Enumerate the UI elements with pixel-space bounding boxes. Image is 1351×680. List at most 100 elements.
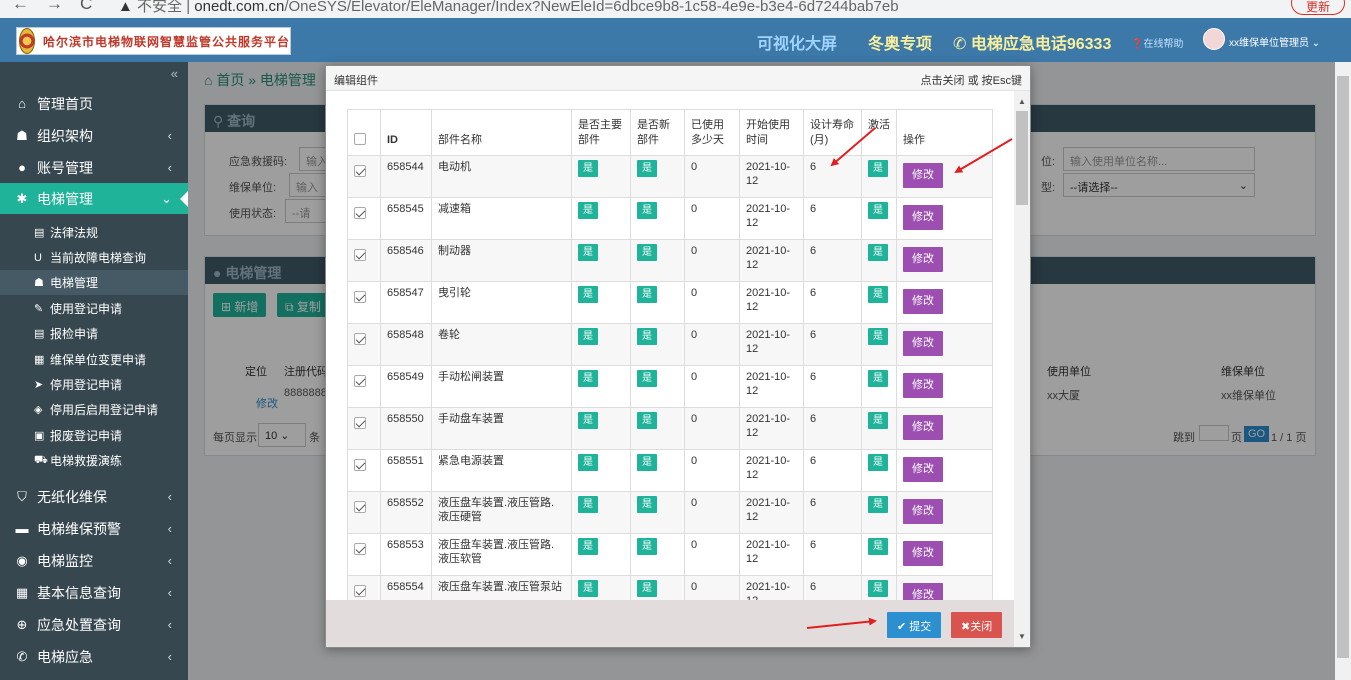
sidebar-item-org[interactable]: ☗ 组织架构 ‹ [0, 120, 188, 151]
cell-days: 0 [684, 323, 740, 366]
sidebar-item-paperless[interactable]: ⛉ 无纸化维保 ‹ [0, 481, 188, 512]
edit-button[interactable]: 修改 [903, 415, 943, 440]
row-checkbox[interactable] [354, 291, 366, 303]
chevron-left-icon: ‹ [167, 553, 172, 568]
platform-logo[interactable]: 哈尔滨市电梯物联网智慧监管公共服务平台 [16, 27, 291, 55]
online-help-link[interactable]: ❓在线帮助 [1131, 35, 1183, 50]
table-row: 658553 液压盘车装置.液压管路.液压软管是是 0 2021-10-12 6 是修改 [347, 533, 993, 576]
row-select-cell [347, 155, 381, 198]
sub-item-resume-register[interactable]: ◈ 停用后启用登记申请 [34, 397, 158, 422]
cell-action: 修改 [896, 491, 993, 534]
cell-start: 2021-10-12 [739, 533, 804, 576]
visual-screen-link[interactable]: 可视化大屏 [757, 30, 837, 54]
avatar[interactable] [1203, 28, 1225, 50]
page-scrollbar[interactable] [1335, 62, 1351, 680]
sidebar-item-emergency-query[interactable]: ⊕ 应急处置查询 ‹ [0, 609, 188, 640]
edit-button[interactable]: 修改 [903, 205, 943, 230]
submit-label: 提交 [909, 621, 932, 633]
row-checkbox[interactable] [354, 207, 366, 219]
sub-item-scrap-register[interactable]: ▣ 报废登记申请 [34, 423, 122, 448]
sub-item-elevator-manage[interactable]: ☗ 电梯管理 [0, 270, 188, 295]
sub-item-rescue-drill[interactable]: ⛟ 电梯救援演练 [34, 448, 122, 473]
edit-button[interactable]: 修改 [903, 499, 943, 524]
new-part-badge: 是 [637, 286, 657, 303]
edit-button[interactable]: 修改 [903, 331, 943, 356]
emblem-icon [19, 28, 35, 54]
sub-item-register[interactable]: ✎ 使用登记申请 [34, 296, 122, 321]
reload-icon[interactable]: C [80, 0, 92, 14]
close-button[interactable]: ✖关闭 [951, 612, 1003, 638]
sub-item-faults[interactable]: U 当前故障电梯查询 [34, 245, 146, 270]
dialog-scrollbar[interactable]: ▲ ▼ [1014, 91, 1030, 647]
table-row: 658546 制动器是是 0 2021-10-12 6 是修改 [347, 239, 993, 282]
col-life: 设计寿命(月) [803, 109, 862, 156]
row-checkbox[interactable] [354, 459, 366, 471]
scroll-up-icon[interactable]: ▲ [1018, 97, 1026, 106]
update-button[interactable]: 更新 [1290, 0, 1345, 15]
cell-active: 是 [861, 449, 897, 492]
row-select-cell [347, 281, 381, 324]
cell-id: 658549 [380, 365, 432, 408]
main-part-badge: 是 [578, 496, 598, 513]
sub-item-stop-register[interactable]: ➤ 停用登记申请 [34, 372, 122, 397]
address-bar[interactable]: ▲ 不安全 | onedt.com.cn/OneSYS/Elevator/Ele… [118, 0, 899, 16]
sidebar-item-elevator[interactable]: ✱ 电梯管理 ⌄ [0, 183, 188, 214]
cell-start: 2021-10-12 [739, 197, 804, 240]
sub-item-label: 法律法规 [50, 226, 99, 240]
row-checkbox[interactable] [354, 417, 366, 429]
click-close-link[interactable]: 点击关闭 [921, 75, 965, 87]
edit-button[interactable]: 修改 [903, 541, 943, 566]
edit-button[interactable]: 修改 [903, 163, 943, 188]
edit-button[interactable]: 修改 [903, 289, 943, 314]
sidebar-item-basic-info[interactable]: ▦ 基本信息查询 ‹ [0, 577, 188, 608]
col-active: 激活 [861, 109, 897, 156]
sidebar-item-monitor[interactable]: ◉ 电梯监控 ‹ [0, 545, 188, 576]
scrollbar-thumb[interactable] [1337, 76, 1349, 658]
cell-start: 2021-10-12 [739, 575, 804, 600]
edit-button[interactable]: 修改 [903, 247, 943, 272]
cell-action: 修改 [896, 365, 993, 408]
cell-action: 修改 [896, 197, 993, 240]
row-checkbox[interactable] [354, 249, 366, 261]
sidebar: « ⌂ 管理首页 ☗ 组织架构 ‹ ● 账号管理 ‹ ✱ 电梯管理 ⌄ ▤ 法律法规 U 当前故障… [0, 62, 188, 680]
submit-button[interactable]: ✔ 提交 [887, 612, 942, 638]
row-checkbox[interactable] [354, 585, 366, 597]
cell-main: 是 [571, 407, 631, 450]
sub-item-label: 停用登记申请 [50, 378, 123, 392]
dialog-close-hint[interactable]: 点击关闭 或 按Esc键 [921, 72, 1022, 88]
edit-button[interactable]: 修改 [903, 373, 943, 398]
collapse-sidebar-icon[interactable]: « [171, 66, 178, 81]
lifebuoy-icon: ⊕ [16, 616, 28, 632]
row-checkbox[interactable] [354, 375, 366, 387]
edit-icon: ✎ [34, 303, 44, 315]
forward-icon[interactable]: → [46, 0, 63, 14]
edit-button[interactable]: 修改 [903, 457, 943, 482]
sub-item-inspection[interactable]: ▤ 报检申请 [34, 321, 98, 346]
col-id: ID [380, 109, 432, 156]
sub-item-maint-change[interactable]: ▦ 维保单位变更申请 [34, 347, 146, 372]
col-name: 部件名称 [431, 109, 572, 156]
main-part-badge: 是 [578, 538, 598, 555]
winter-project-link[interactable]: 冬奥专项 [868, 30, 932, 54]
sidebar-item-emergency[interactable]: ✆ 电梯应急 ‹ [0, 641, 188, 672]
row-checkbox[interactable] [354, 543, 366, 555]
row-checkbox[interactable] [354, 501, 366, 513]
select-all-checkbox[interactable] [354, 133, 366, 145]
sidebar-item-home[interactable]: ⌂ 管理首页 [0, 88, 188, 119]
cell-name: 液压盘车装置.液压管路.液压软管 [431, 533, 572, 576]
back-icon[interactable]: ← [12, 0, 29, 14]
row-select-cell [347, 239, 381, 282]
row-checkbox[interactable] [354, 165, 366, 177]
sub-item-laws[interactable]: ▤ 法律法规 [34, 220, 98, 245]
edit-button[interactable]: 修改 [903, 583, 943, 600]
cell-life: 6 [803, 533, 862, 576]
row-checkbox[interactable] [354, 333, 366, 345]
sub-item-label: 报废登记申请 [50, 429, 123, 443]
scroll-down-icon[interactable]: ▼ [1018, 632, 1026, 641]
sidebar-item-label: 账号管理 [37, 159, 93, 176]
hotline-link[interactable]: ✆ 电梯应急电话96333 [953, 30, 1111, 54]
user-menu[interactable]: xx维保单位管理员 ⌄ [1229, 34, 1320, 49]
dialog-scroll-thumb[interactable] [1016, 111, 1028, 205]
sidebar-item-account[interactable]: ● 账号管理 ‹ [0, 152, 188, 183]
sidebar-item-maint-warning[interactable]: ▬ 电梯维保预警 ‹ [0, 513, 188, 544]
